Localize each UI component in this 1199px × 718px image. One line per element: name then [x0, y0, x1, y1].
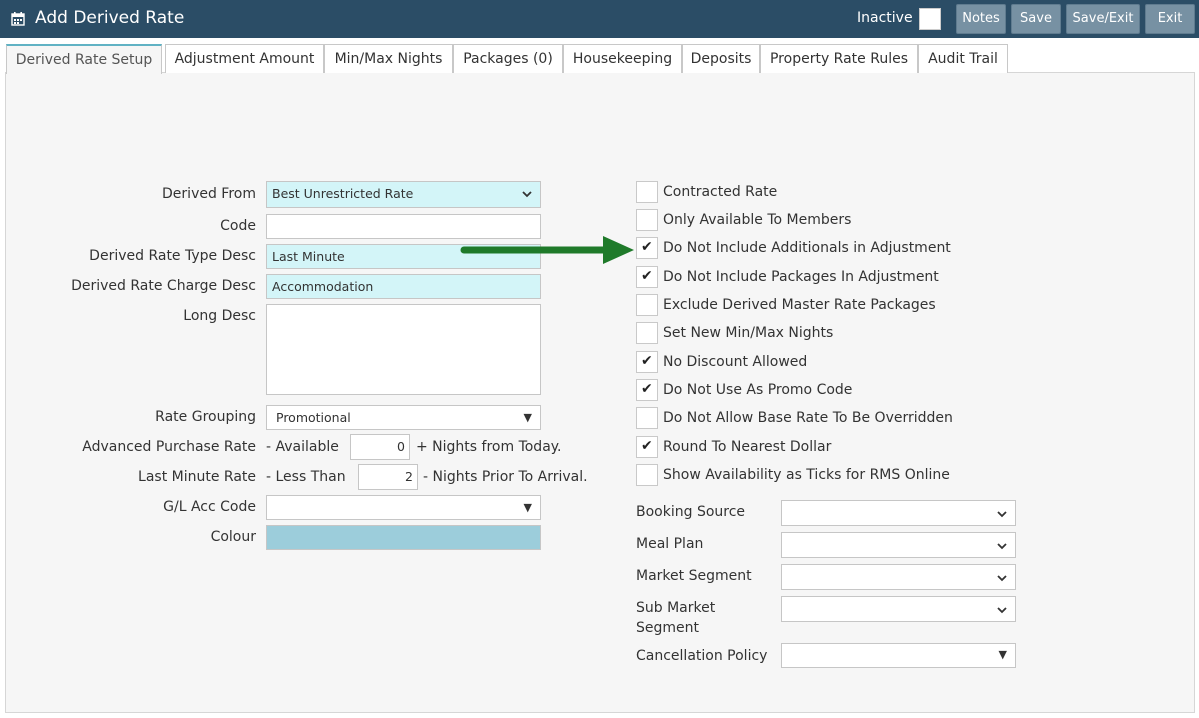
checkbox-label: No Discount Allowed: [663, 354, 808, 370]
tab-audit-trail[interactable]: Audit Trail: [918, 44, 1008, 73]
checkbox-11[interactable]: [636, 464, 658, 486]
calendar-icon: [11, 12, 25, 26]
charge-desc-label: Derived Rate Charge Desc: [71, 278, 256, 294]
save-exit-button[interactable]: Save/Exit: [1066, 4, 1140, 34]
booking-source-select[interactable]: [781, 500, 1016, 526]
last-minute-suffix: - Nights Prior To Arrival.: [423, 469, 588, 485]
tab-adjustment-amount[interactable]: Adjustment Amount: [165, 44, 324, 73]
derived-from-select[interactable]: Best Unrestricted Rate: [266, 181, 541, 208]
inactive-checkbox[interactable]: [919, 8, 941, 30]
market-segment-label: Market Segment: [636, 568, 752, 584]
form-panel: [5, 72, 1195, 713]
advanced-purchase-label: Advanced Purchase Rate: [82, 439, 256, 455]
checkmark-icon: ✔: [641, 353, 653, 369]
meal-plan-select[interactable]: [781, 532, 1016, 558]
chevron-down-icon: [997, 511, 1007, 518]
gl-code-select[interactable]: ▼: [266, 495, 541, 520]
sub-market-segment-select[interactable]: [781, 596, 1016, 622]
chevron-down-icon: [997, 575, 1007, 582]
derived-from-label: Derived From: [162, 186, 256, 202]
tab-derived-rate-setup[interactable]: Derived Rate Setup: [6, 44, 162, 74]
checkbox-label: Do Not Allow Base Rate To Be Overridden: [663, 410, 953, 426]
colour-label: Colour: [210, 529, 256, 545]
tab-packages[interactable]: Packages (0): [453, 44, 563, 73]
rate-grouping-select[interactable]: Promotional ▼: [266, 405, 541, 430]
checkbox-label: Do Not Include Additionals in Adjustment: [663, 240, 951, 256]
checkbox-10[interactable]: ✔: [636, 436, 658, 458]
meal-plan-label: Meal Plan: [636, 536, 704, 552]
rate-grouping-value: Promotional: [276, 410, 351, 425]
page-title: Add Derived Rate: [35, 8, 185, 28]
checkbox-5[interactable]: [636, 294, 658, 316]
last-minute-label: Last Minute Rate: [138, 469, 256, 485]
cancellation-policy-label: Cancellation Policy: [636, 648, 768, 664]
checkbox-label: Round To Nearest Dollar: [663, 439, 832, 455]
inactive-label: Inactive: [857, 10, 913, 26]
sub-market-label-line2: Segment: [636, 620, 699, 636]
checkbox-label: Exclude Derived Master Rate Packages: [663, 297, 936, 313]
code-label: Code: [220, 218, 256, 234]
advanced-purchase-prefix: - Available: [266, 439, 339, 455]
charge-desc-input[interactable]: Accommodation: [266, 274, 541, 299]
exit-button[interactable]: Exit: [1145, 4, 1195, 34]
chevron-down-icon: [522, 191, 532, 198]
caret-down-icon: ▼: [523, 411, 532, 424]
checkbox-7[interactable]: ✔: [636, 351, 658, 373]
caret-down-icon: ▼: [998, 648, 1007, 661]
caret-down-icon: ▼: [523, 501, 532, 514]
checkbox-label: Only Available To Members: [663, 212, 852, 228]
title-bar: Add Derived Rate Inactive Notes Save Sav…: [0, 0, 1199, 38]
checkbox-8[interactable]: ✔: [636, 379, 658, 401]
chevron-down-icon: [997, 543, 1007, 550]
checkbox-4[interactable]: ✔: [636, 266, 658, 288]
checkbox-label: Set New Min/Max Nights: [663, 325, 834, 341]
long-desc-textarea[interactable]: [266, 304, 541, 395]
advanced-purchase-input[interactable]: 0: [350, 434, 410, 460]
checkbox-label: Contracted Rate: [663, 184, 778, 200]
tab-min-max-nights[interactable]: Min/Max Nights: [324, 44, 453, 73]
checkmark-icon: ✔: [641, 381, 653, 397]
notes-button[interactable]: Notes: [956, 4, 1006, 34]
save-button[interactable]: Save: [1011, 4, 1061, 34]
type-desc-label: Derived Rate Type Desc: [89, 248, 256, 264]
checkbox-label: Do Not Include Packages In Adjustment: [663, 269, 939, 285]
cancellation-policy-select[interactable]: ▼: [781, 643, 1016, 668]
checkmark-icon: ✔: [641, 438, 653, 454]
checkbox-6[interactable]: [636, 322, 658, 344]
sub-market-label-line1: Sub Market: [636, 600, 716, 616]
checkbox-3[interactable]: ✔: [636, 237, 658, 259]
checkbox-1[interactable]: [636, 181, 658, 203]
booking-source-label: Booking Source: [636, 504, 746, 520]
checkmark-icon: ✔: [641, 239, 653, 255]
derived-from-value: Best Unrestricted Rate: [272, 186, 414, 201]
colour-picker[interactable]: [266, 525, 541, 550]
checkbox-label: Show Availability as Ticks for RMS Onlin…: [663, 467, 950, 483]
chevron-down-icon: [997, 607, 1007, 614]
tab-property-rate-rules[interactable]: Property Rate Rules: [760, 44, 918, 73]
last-minute-input[interactable]: 2: [358, 464, 418, 490]
checkbox-2[interactable]: [636, 209, 658, 231]
tab-deposits[interactable]: Deposits: [682, 44, 760, 73]
annotation-arrow-icon: [460, 236, 634, 264]
checkbox-9[interactable]: [636, 407, 658, 429]
tab-housekeeping[interactable]: Housekeeping: [563, 44, 682, 73]
long-desc-label: Long Desc: [183, 308, 256, 324]
last-minute-prefix: - Less Than: [266, 469, 346, 485]
checkbox-label: Do Not Use As Promo Code: [663, 382, 853, 398]
advanced-purchase-suffix: + Nights from Today.: [416, 439, 562, 455]
rate-grouping-label: Rate Grouping: [155, 409, 256, 425]
checkmark-icon: ✔: [641, 268, 653, 284]
gl-code-label: G/L Acc Code: [163, 499, 256, 515]
market-segment-select[interactable]: [781, 564, 1016, 590]
